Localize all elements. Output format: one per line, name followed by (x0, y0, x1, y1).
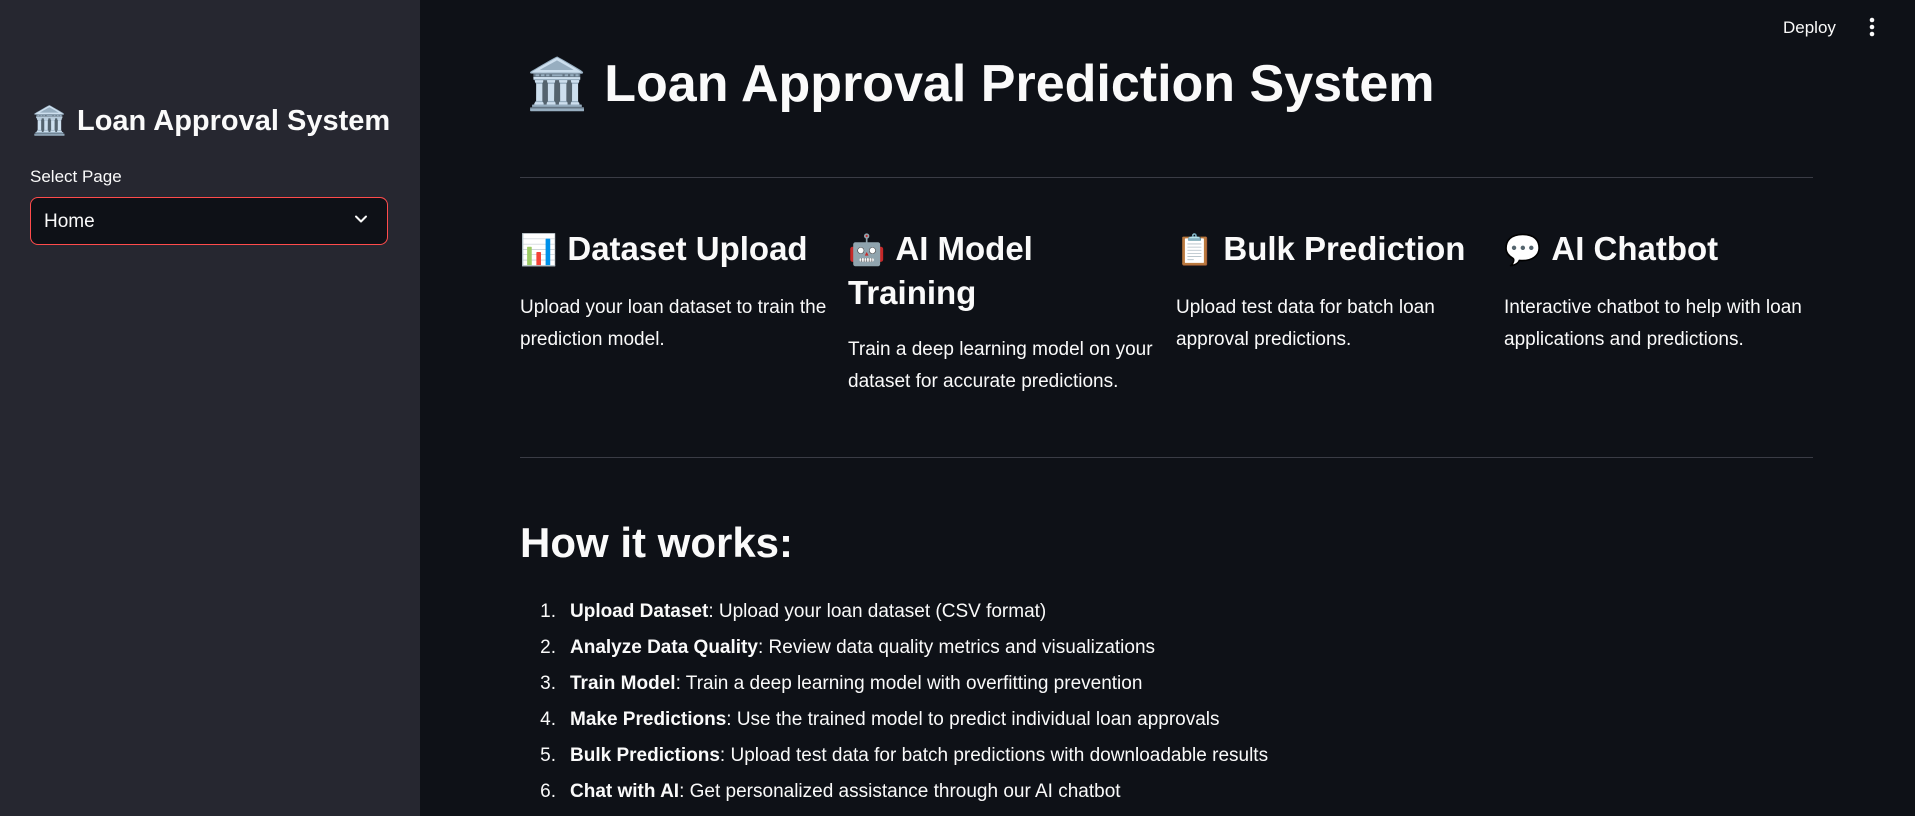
step-title: Analyze Data Quality (570, 637, 758, 658)
feature-title-text: AI Chatbot (1551, 230, 1719, 267)
step-title: Make Predictions (570, 709, 727, 730)
feature-ai-model-training: 🤖 AI Model Training Train a deep learning… (848, 228, 1158, 398)
list-item: 6. Chat with AI: Get personalized assista… (520, 774, 1268, 810)
page-select-value: Home (44, 211, 95, 232)
step-number: 6. (540, 781, 556, 802)
step-number: 5. (540, 745, 556, 766)
step-number: 4. (540, 709, 556, 730)
chevron-down-icon (355, 215, 367, 223)
app: 🏛️ Loan Approval System Select Page Home … (0, 0, 1915, 816)
speech-bubble-icon: 💬 (1504, 234, 1542, 267)
select-page-label: Select Page (30, 167, 122, 186)
step-text: : Upload test data for batch predictions… (719, 745, 1269, 766)
divider-top (520, 177, 1813, 178)
feature-title: 🤖 AI Model Training (848, 228, 1158, 314)
feature-title: 💬 AI Chatbot (1504, 228, 1814, 272)
how-it-works-heading: How it works: (520, 519, 794, 566)
bank-icon: 🏛️ (526, 56, 589, 112)
sidebar-title: 🏛️ Loan Approval System (32, 104, 390, 138)
step-number: 2. (540, 637, 556, 658)
step-title: Train Model (570, 673, 676, 694)
step-text: : Use the trained model to predict indiv… (726, 709, 1220, 730)
page-select[interactable]: Home (30, 197, 388, 245)
deploy-button[interactable]: Deploy (1775, 16, 1844, 40)
robot-icon: 🤖 (848, 234, 886, 267)
step-text: : Upload your loan dataset (CSV format) (708, 601, 1047, 622)
sidebar: 🏛️ Loan Approval System Select Page Home (0, 0, 420, 816)
step-text: : Review data quality metrics and visual… (757, 637, 1156, 658)
feature-description: Train a deep learning model on your data… (848, 339, 1153, 392)
clipboard-icon: 📋 (1176, 234, 1214, 267)
feature-title: 📋 Bulk Prediction (1176, 228, 1486, 272)
kebab-menu-icon[interactable] (1862, 14, 1882, 40)
page-title: 🏛️ Loan Approval Prediction System (526, 54, 1435, 114)
feature-dataset-upload: 📊 Dataset Upload Upload your loan dataset… (520, 228, 830, 356)
divider-middle (520, 457, 1813, 458)
step-text: : Get personalized assistance through ou… (679, 781, 1121, 802)
list-item: 1. Upload Dataset: Upload your loan datas… (520, 594, 1268, 630)
page-title-text: Loan Approval Prediction System (604, 55, 1435, 113)
bar-chart-icon: 📊 (520, 234, 558, 267)
feature-description: Upload your loan dataset to train the pr… (520, 297, 827, 350)
feature-description: Upload test data for batch loan approval… (1176, 297, 1435, 350)
bank-icon: 🏛️ (32, 105, 67, 136)
list-item: 2. Analyze Data Quality: Review data qual… (520, 630, 1268, 666)
steps-list: 1. Upload Dataset: Upload your loan datas… (520, 594, 1268, 810)
step-title: Chat with AI (570, 781, 680, 802)
step-number: 3. (540, 673, 556, 694)
list-item: 4. Make Predictions: Use the trained mode… (520, 702, 1268, 738)
sidebar-title-text: Loan Approval System (77, 105, 391, 137)
step-number: 1. (540, 601, 556, 622)
feature-ai-chatbot: 💬 AI Chatbot Interactive chatbot to help … (1504, 228, 1814, 356)
step-text: : Train a deep learning model with overf… (675, 673, 1143, 694)
feature-title: 📊 Dataset Upload (520, 228, 830, 272)
step-title: Upload Dataset (570, 601, 709, 622)
step-title: Bulk Predictions (570, 745, 720, 766)
list-item: 3. Train Model: Train a deep learning mod… (520, 666, 1268, 702)
feature-description: Interactive chatbot to help with loan ap… (1504, 297, 1802, 350)
feature-bulk-prediction: 📋 Bulk Prediction Upload test data for ba… (1176, 228, 1486, 356)
feature-title-text: Dataset Upload (567, 230, 808, 267)
list-item: 5. Bulk Predictions: Upload test data for… (520, 738, 1268, 774)
feature-title-text: Bulk Prediction (1223, 230, 1466, 267)
